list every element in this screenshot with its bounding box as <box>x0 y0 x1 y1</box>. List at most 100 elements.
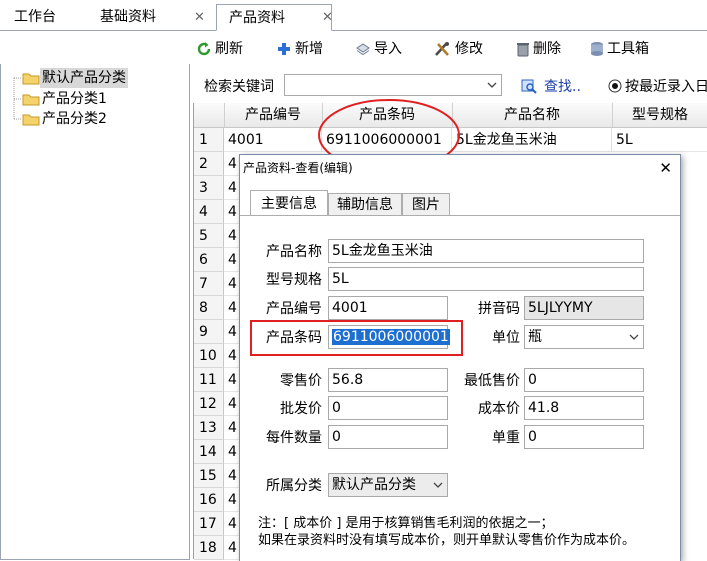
tree-item-label: 产品分类2 <box>42 111 107 127</box>
header-spec[interactable]: 型号规格 <box>612 103 707 127</box>
row-number: 17 <box>194 512 224 536</box>
tab-label: 基础资料 <box>100 9 156 25</box>
label-category: 所属分类 <box>266 478 322 494</box>
cell-code-partial: 4 <box>224 392 240 416</box>
retail-price-field[interactable]: 56.8 <box>328 368 448 392</box>
label-product-code: 产品编号 <box>266 301 322 317</box>
label-cost-price: 成本价 <box>478 401 520 417</box>
close-icon[interactable]: ✕ <box>659 159 672 177</box>
row-number: 18 <box>194 536 224 560</box>
cell-code-partial: 4 <box>224 248 240 272</box>
import-button[interactable]: 导入 <box>355 40 402 58</box>
search-icon <box>521 79 537 94</box>
row-number: 14 <box>194 440 224 464</box>
chevron-down-icon <box>433 482 443 488</box>
plus-icon <box>278 43 290 55</box>
radio-label: 按最近录入日 <box>625 79 707 95</box>
product-code-field[interactable]: 4001 <box>328 296 448 320</box>
delete-button[interactable]: 删除 <box>516 40 561 58</box>
refresh-button[interactable]: 刷新 <box>196 40 243 58</box>
unit-value: 瓶 <box>528 329 542 345</box>
row-number: 8 <box>194 296 224 320</box>
cell-code-partial: 4 <box>224 152 240 176</box>
import-icon <box>356 43 370 56</box>
hidden-rows: 4 4 4 4 4 4 4 4 4 4 4 4 4 4 4 4 4 <box>224 152 240 560</box>
tab-aux-info[interactable]: 辅助信息 <box>328 193 402 216</box>
label-pinyin: 拼音码 <box>478 301 520 317</box>
unit-select[interactable]: 瓶 <box>524 325 644 349</box>
row-number: 10 <box>194 344 224 368</box>
database-icon <box>591 42 603 56</box>
product-name-field[interactable]: 5L金龙鱼玉米油 <box>328 239 644 263</box>
label-spec: 型号规格 <box>266 272 322 288</box>
find-button[interactable]: 查找.. <box>521 76 581 96</box>
wholesale-price-field[interactable]: 0 <box>328 396 448 420</box>
table-row[interactable]: 4001 6911006000001 5L金龙鱼玉米油 5L <box>224 128 707 152</box>
row-number: 1 <box>194 128 224 152</box>
header-product-code[interactable]: 产品编号 <box>224 103 323 127</box>
cell-name: 5L金龙鱼玉米油 <box>452 128 612 152</box>
refresh-icon <box>197 42 211 56</box>
tree-item-label: 默认产品分类 <box>40 68 128 88</box>
sort-recent-radio[interactable]: 按最近录入日 <box>608 76 707 96</box>
row-number: 3 <box>194 176 224 200</box>
row-number: 9 <box>194 320 224 344</box>
add-button[interactable]: 新增 <box>276 40 323 58</box>
row-number: 2 <box>194 152 224 176</box>
cell-code-partial: 4 <box>224 344 240 368</box>
pinyin-field: 5LJLYYMY <box>524 296 644 320</box>
cell-code-partial: 4 <box>224 176 240 200</box>
tab-basic-data[interactable]: 基础资料 <box>88 4 168 29</box>
refresh-label: 刷新 <box>215 41 243 57</box>
delete-label: 删除 <box>533 41 561 57</box>
cost-price-field[interactable]: 41.8 <box>524 396 644 420</box>
category-select[interactable]: 默认产品分类 <box>328 473 448 497</box>
chevron-down-icon <box>629 334 639 340</box>
tree-item-default[interactable]: 默认产品分类 <box>22 68 128 88</box>
label-min-price: 最低售价 <box>464 373 520 389</box>
chevron-down-icon <box>487 82 497 88</box>
label-per-quantity: 每件数量 <box>266 430 322 446</box>
product-edit-dialog: 产品资料-查看(编辑) ✕ 主要信息 辅助信息 图片 产品名称 5L金龙鱼玉米油… <box>239 154 681 561</box>
tools-button[interactable]: 工具箱 <box>590 40 649 58</box>
per-quantity-field[interactable]: 0 <box>328 425 448 449</box>
edit-button[interactable]: 修改 <box>434 40 483 58</box>
tab-workbench[interactable]: 工作台 <box>2 4 68 29</box>
header-rownum <box>194 103 225 127</box>
tab-label: 产品资料 <box>229 10 285 26</box>
cell-code-partial: 4 <box>224 296 240 320</box>
dialog-title: 产品资料-查看(编辑) <box>240 155 680 181</box>
tools-edit-icon <box>435 42 449 56</box>
row-number: 12 <box>194 392 224 416</box>
label-wholesale-price: 批发价 <box>280 401 322 417</box>
cell-spec: 5L <box>612 128 707 152</box>
min-price-field[interactable]: 0 <box>524 368 644 392</box>
cell-code: 4001 <box>224 128 322 152</box>
spec-field[interactable]: 5L <box>328 267 644 291</box>
cell-code-partial: 4 <box>224 272 240 296</box>
close-icon[interactable]: ✕ <box>194 10 205 25</box>
row-number: 11 <box>194 368 224 392</box>
cost-note: 注：[ 成本价 ] 是用于核算销售毛利润的依据之一； 如果在录资料时没有填写成本… <box>258 515 635 549</box>
folder-icon <box>22 114 40 126</box>
row-number: 7 <box>194 272 224 296</box>
cell-code-partial: 4 <box>224 224 240 248</box>
tree-item-category2[interactable]: 产品分类2 <box>22 109 109 129</box>
row-number: 15 <box>194 464 224 488</box>
tree-item-category1[interactable]: 产品分类1 <box>22 89 109 109</box>
note-line: 注：[ 成本价 ] 是用于核算销售毛利润的依据之一； <box>258 516 554 531</box>
cell-code-partial: 4 <box>224 488 240 512</box>
import-label: 导入 <box>374 41 402 57</box>
tab-images[interactable]: 图片 <box>402 193 450 216</box>
unit-weight-field[interactable]: 0 <box>524 425 644 449</box>
close-icon[interactable]: ✕ <box>322 10 333 25</box>
header-product-name[interactable]: 产品名称 <box>452 103 613 127</box>
cell-code-partial: 4 <box>224 512 240 536</box>
tab-main-info[interactable]: 主要信息 <box>250 190 328 217</box>
cell-code-partial: 4 <box>224 200 240 224</box>
row-numbers: 1 2 3 4 5 6 7 8 9 10 11 12 13 14 15 16 1… <box>194 128 224 560</box>
search-combo[interactable] <box>284 74 502 96</box>
folder-icon <box>22 73 40 85</box>
tab-product-data[interactable]: 产品资料 <box>216 4 332 31</box>
folder-icon <box>22 94 40 106</box>
